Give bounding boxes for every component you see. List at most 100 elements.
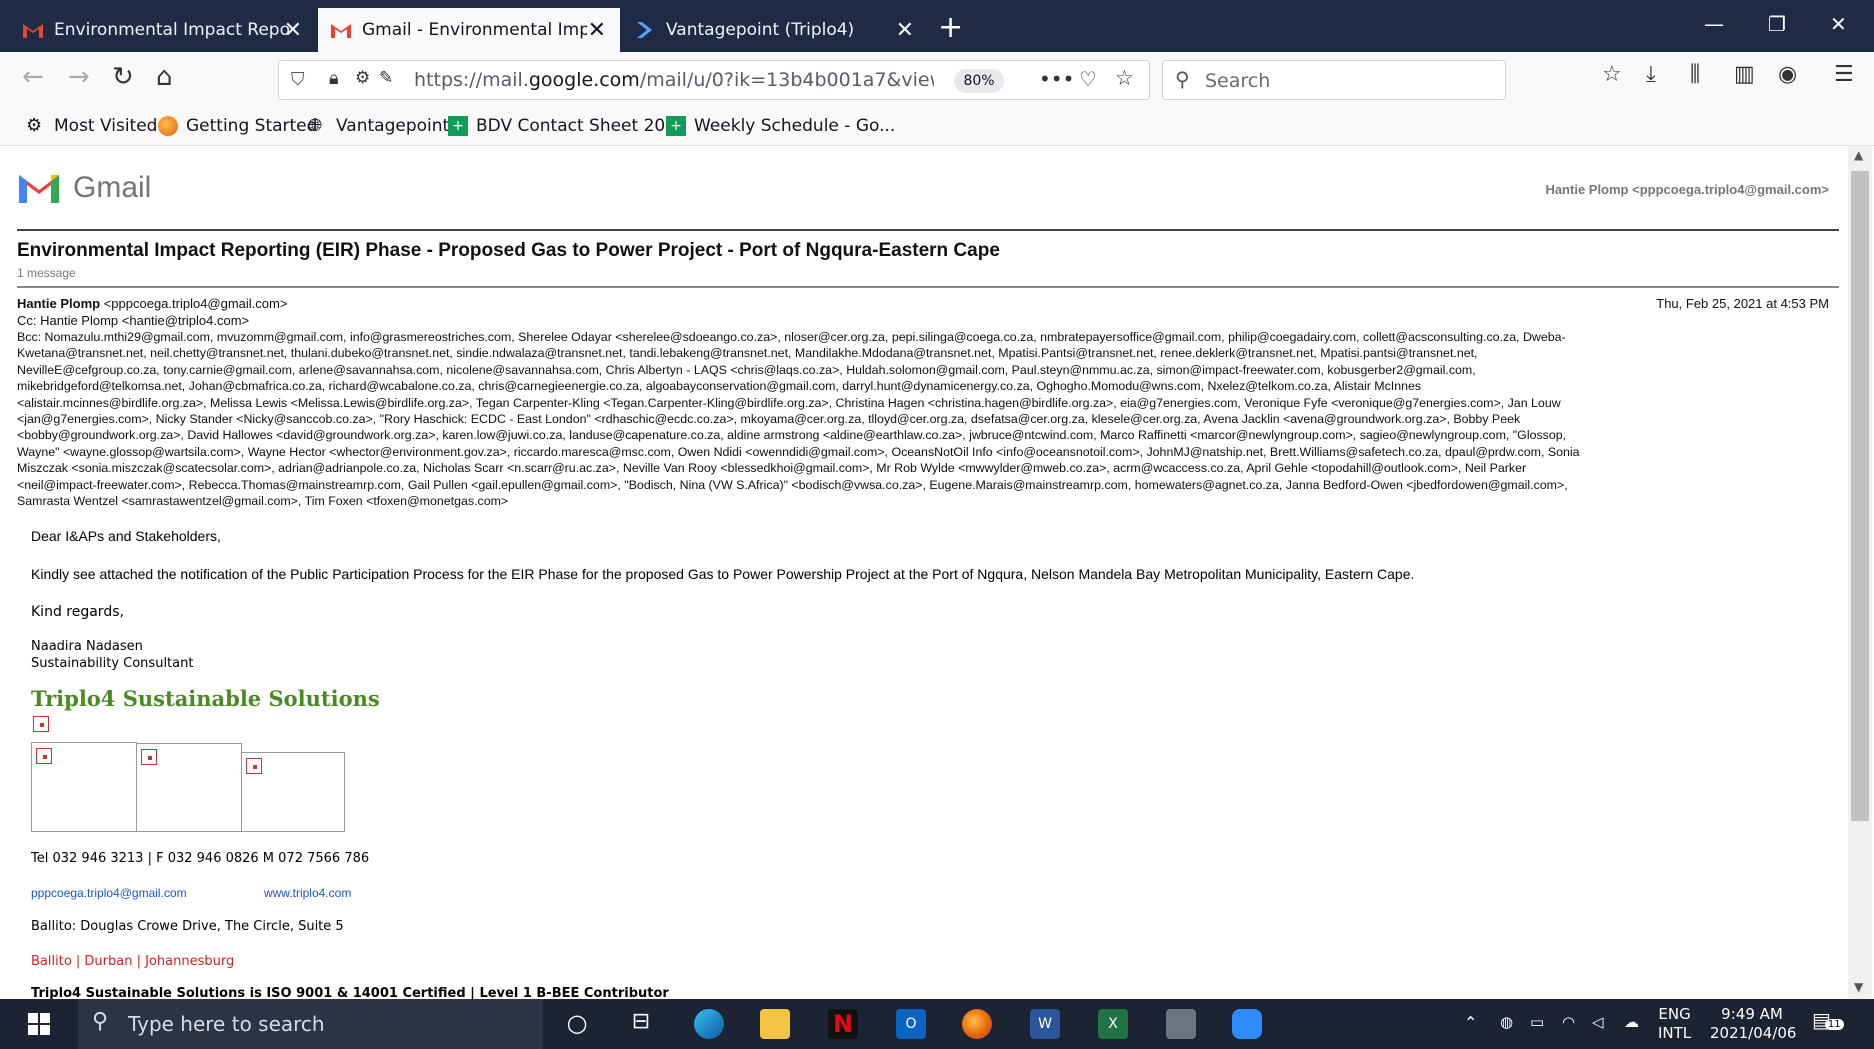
page-actions-icon[interactable]: ••• bbox=[1039, 67, 1074, 91]
bookmark-most-visited[interactable]: ⚙ Most Visited bbox=[26, 116, 157, 137]
taskbar-search-input[interactable]: ⚲ Type here to search bbox=[78, 999, 543, 1049]
search-input[interactable]: ⚲ Search bbox=[1162, 60, 1506, 100]
close-icon[interactable]: ✕ bbox=[896, 18, 914, 43]
forward-icon[interactable]: → bbox=[68, 62, 90, 92]
bcc-line: Miszczak <sonia.miszczak@scatecsolar.com… bbox=[17, 461, 1527, 476]
library-icon[interactable]: ⫼ bbox=[1690, 62, 1700, 87]
tab-vantagepoint[interactable]: Vantagepoint (Triplo4) ✕ bbox=[622, 8, 928, 52]
excel-icon[interactable]: X bbox=[1098, 1009, 1128, 1039]
close-icon[interactable]: ✕ bbox=[588, 18, 606, 43]
onedrive-icon[interactable]: ☁ bbox=[1624, 1013, 1639, 1032]
url-text[interactable]: https://mail.google.com/mail/u/0?ik=13b4… bbox=[414, 69, 934, 91]
broken-image-icon bbox=[33, 716, 49, 732]
nav-toolbar: ← → ↻ ⌂ ⛉ 🔒︎ ⚙ ✎ https://mail.google.com… bbox=[0, 52, 1874, 108]
shield-icon[interactable]: ⛉ bbox=[291, 69, 305, 90]
website-link[interactable]: www.triplo4.com bbox=[264, 886, 351, 900]
scroll-up-icon[interactable]: ▲ bbox=[1854, 148, 1863, 162]
signature-name: Naadira Nadasen bbox=[31, 639, 143, 654]
wifi-icon[interactable]: ◠ bbox=[1562, 1013, 1575, 1032]
vertical-scrollbar[interactable]: ▲ ▼ bbox=[1848, 146, 1872, 999]
permissions-icon[interactable]: ⚙ bbox=[355, 68, 370, 88]
tray-chevron-icon[interactable]: ⌃ bbox=[1464, 1013, 1477, 1032]
company-name: Triplo4 Sustainable Solutions bbox=[31, 686, 380, 711]
bcc-line: <alistair.mcinnes@birdlife.org.za>, Meli… bbox=[17, 395, 1561, 410]
scrollbar-thumb[interactable] bbox=[1851, 171, 1869, 821]
word-icon[interactable]: W bbox=[1030, 1009, 1060, 1039]
battery-icon[interactable]: ▭ bbox=[1530, 1013, 1544, 1032]
tab-title: Environmental Impact Reportin bbox=[54, 20, 289, 40]
file-explorer-icon[interactable] bbox=[760, 1009, 790, 1039]
clock-date: 2021/04/06 bbox=[1710, 1024, 1797, 1042]
notification-count: 11 bbox=[1824, 1019, 1844, 1030]
close-icon[interactable]: ✕ bbox=[284, 18, 302, 43]
email-link[interactable]: pppcoega.triplo4@gmail.com bbox=[31, 886, 187, 900]
tab-gmail[interactable]: Gmail - Environmental Impact ✕ bbox=[318, 8, 620, 52]
greeting: Dear I&APs and Stakeholders, bbox=[31, 528, 221, 544]
email-subject: Environmental Impact Reporting (EIR) Pha… bbox=[17, 240, 1000, 261]
outlook-icon[interactable]: O bbox=[896, 1009, 926, 1039]
broken-image bbox=[136, 743, 242, 832]
network-icon[interactable]: ◍ bbox=[1500, 1013, 1513, 1032]
account-email: Hantie Plomp <pppcoega.triplo4@gmail.com… bbox=[1545, 182, 1829, 197]
sheets-icon: + bbox=[448, 116, 468, 136]
sender-email: <pppcoega.triplo4@gmail.com> bbox=[103, 296, 288, 311]
firefox-icon[interactable] bbox=[962, 1009, 992, 1039]
bookmark-label: Weekly Schedule - Go... bbox=[694, 116, 896, 136]
scroll-down-icon[interactable]: ▼ bbox=[1854, 980, 1863, 994]
body-paragraph: Kindly see attached the notification of … bbox=[31, 566, 1415, 582]
sidebar-icon[interactable]: ▥ bbox=[1734, 62, 1755, 87]
pocket-icon[interactable]: ♡ bbox=[1079, 67, 1097, 91]
bookmark-vantagepoint[interactable]: 🌐︎ Vantagepoint bbox=[308, 115, 449, 137]
bookmark-star-icon[interactable]: ☆ bbox=[1115, 66, 1134, 90]
calculator-icon[interactable] bbox=[1166, 1009, 1196, 1039]
cortana-icon[interactable]: ○ bbox=[562, 1009, 592, 1039]
url-bar[interactable]: ⛉ 🔒︎ ⚙ ✎ https://mail.google.com/mail/u/… bbox=[278, 60, 1150, 100]
volume-icon[interactable]: ◁ bbox=[1592, 1013, 1604, 1032]
home-icon[interactable]: ⌂ bbox=[156, 62, 173, 92]
tab-title: Vantagepoint (Triplo4) bbox=[666, 20, 855, 40]
zoom-badge[interactable]: 80% bbox=[954, 69, 1004, 93]
edge-icon[interactable] bbox=[694, 1009, 724, 1039]
broken-image bbox=[31, 742, 137, 832]
tab-bar: Environmental Impact Reportin ✕ Gmail - … bbox=[0, 0, 1874, 52]
bcc-line: <jan@g7energies.com>, Nicky Stander <Nic… bbox=[17, 412, 1521, 427]
tab-environmental-impact[interactable]: Environmental Impact Reportin ✕ bbox=[10, 8, 316, 52]
account-icon[interactable]: ◉ bbox=[1778, 62, 1797, 87]
bookmark-label: BDV Contact Sheet 20... bbox=[476, 116, 682, 136]
zoom-icon[interactable] bbox=[1232, 1009, 1262, 1039]
tracking-icon[interactable]: ✎ bbox=[379, 68, 393, 88]
bcc-line: mikebridgeford@telkomsa.net, Johan@cbmaf… bbox=[17, 379, 1422, 394]
search-icon: ⚲ bbox=[1175, 67, 1190, 91]
sent-date: Thu, Feb 25, 2021 at 4:53 PM bbox=[1656, 296, 1829, 311]
url-prefix: https://mail. bbox=[414, 69, 529, 91]
close-window-icon[interactable]: ✕ bbox=[1830, 12, 1847, 36]
task-view-icon[interactable]: ⊟ bbox=[626, 1009, 656, 1039]
bcc-line: <bobby@groundwork.org.za>, David Hallowe… bbox=[17, 428, 1567, 443]
windows-start-icon[interactable] bbox=[28, 1013, 50, 1035]
sender-name: Hantie Plomp bbox=[17, 296, 101, 311]
lock-icon[interactable]: 🔒︎ bbox=[329, 68, 339, 89]
windows-taskbar: ⚲ Type here to search ○ ⊟ N O W X ⌃ ◍ ▭ … bbox=[0, 999, 1874, 1049]
language-indicator[interactable]: ENG INTL bbox=[1658, 1005, 1691, 1043]
action-center-icon[interactable]: ▤11 bbox=[1812, 1010, 1844, 1034]
language-label: ENG bbox=[1658, 1005, 1691, 1023]
collections-icon[interactable]: ☆ bbox=[1602, 62, 1622, 87]
netflix-icon[interactable]: N bbox=[828, 1009, 858, 1039]
restore-icon[interactable]: ❐ bbox=[1768, 12, 1786, 36]
reload-icon[interactable]: ↻ bbox=[112, 62, 134, 92]
bcc-line: Kwetana@transnet.net, neil.chetty@transn… bbox=[17, 346, 1478, 361]
menu-icon[interactable]: ☰ bbox=[1834, 62, 1854, 87]
url-path: /mail/u/0?ik=13b4b001a7&view=pt&s bbox=[639, 69, 934, 91]
bookmark-weekly-schedule[interactable]: + Weekly Schedule - Go... bbox=[666, 116, 895, 136]
sender: Hantie Plomp <pppcoega.triplo4@gmail.com… bbox=[17, 296, 287, 311]
vantagepoint-icon bbox=[637, 22, 652, 38]
bookmark-bdv-contact-sheet[interactable]: + BDV Contact Sheet 20... bbox=[448, 116, 681, 136]
download-icon[interactable]: ⤓ bbox=[1646, 62, 1656, 87]
bookmark-getting-started[interactable]: Getting Started bbox=[158, 116, 317, 136]
clock[interactable]: 9:49 AM 2021/04/06 bbox=[1710, 1005, 1797, 1043]
globe-icon: 🌐︎ bbox=[308, 115, 323, 136]
page-content: Gmail Hantie Plomp <pppcoega.triplo4@gma… bbox=[0, 146, 1874, 999]
new-tab-button[interactable]: + bbox=[938, 10, 963, 45]
minimize-icon[interactable]: — bbox=[1704, 12, 1724, 36]
back-icon[interactable]: ← bbox=[22, 62, 44, 92]
